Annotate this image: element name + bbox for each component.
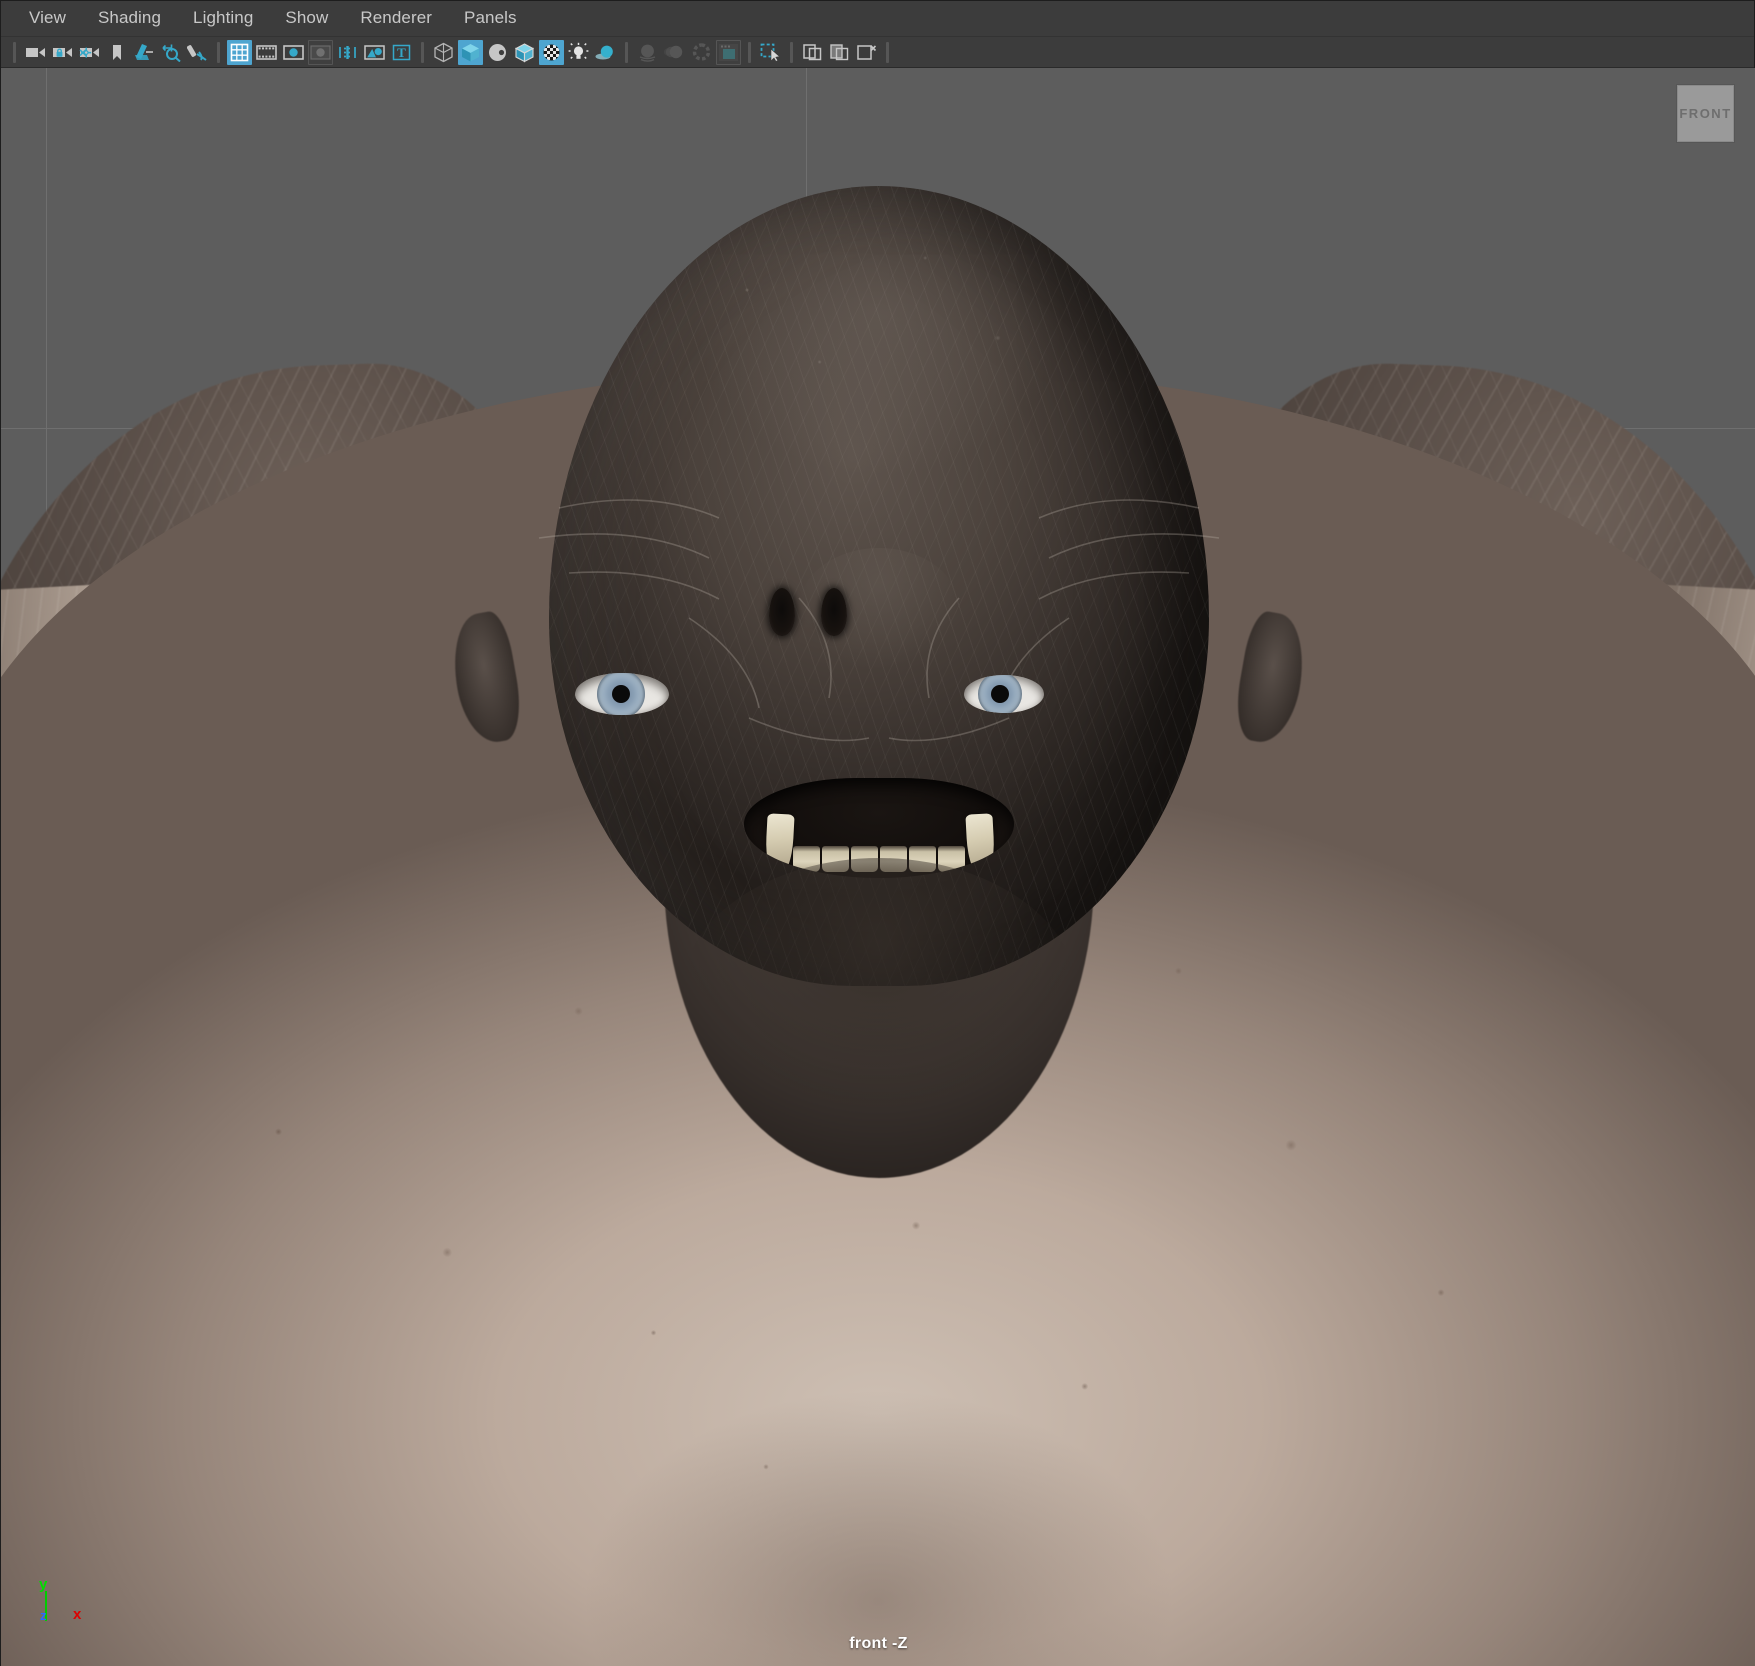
jaw-shadow xyxy=(678,858,1079,1138)
viewport-3d[interactable]: FRONT y z x front -Z xyxy=(1,68,1755,1666)
character-model xyxy=(1,68,1755,1666)
screen-space-ao-icon[interactable] xyxy=(635,40,660,65)
image-plane-icon[interactable] xyxy=(131,40,156,65)
maya-viewport-window: View Shading Lighting Show Renderer Pane… xyxy=(0,0,1755,1666)
xray-icon[interactable] xyxy=(800,40,825,65)
toolbar-separator xyxy=(886,41,889,63)
axis-z-label: z xyxy=(40,1608,47,1623)
menu-item-shading[interactable]: Shading xyxy=(82,5,177,32)
pupil-left xyxy=(612,685,630,703)
svg-text:T: T xyxy=(397,45,406,60)
select-camera-icon[interactable] xyxy=(23,40,48,65)
toolbar-separator xyxy=(13,41,16,63)
use-lights-icon[interactable] xyxy=(566,40,591,65)
toolbar-separator xyxy=(790,41,793,63)
menu-item-renderer[interactable]: Renderer xyxy=(344,5,448,32)
resolution-gate-icon[interactable] xyxy=(281,40,306,65)
menu-item-panels[interactable]: Panels xyxy=(448,5,533,32)
two-d-pan-zoom-icon[interactable] xyxy=(158,40,183,65)
oculus-icon[interactable] xyxy=(185,40,210,65)
toolbar-separator xyxy=(421,41,424,63)
isolate-select-icon[interactable] xyxy=(758,40,783,65)
viewport-toolbar: T xyxy=(1,37,1754,68)
texture-icon[interactable] xyxy=(539,39,564,65)
view-label: front -Z xyxy=(849,1635,908,1652)
toolbar-separator xyxy=(748,41,751,63)
menu-item-view[interactable]: View xyxy=(13,5,82,32)
view-cube[interactable]: FRONT xyxy=(1677,85,1734,142)
pupil-right xyxy=(991,685,1009,703)
gate-mask-icon[interactable] xyxy=(308,39,333,65)
grid-icon[interactable] xyxy=(227,39,252,65)
menu-item-lighting[interactable]: Lighting xyxy=(177,5,269,32)
xray-active-components-icon[interactable] xyxy=(854,40,879,65)
menu-item-show[interactable]: Show xyxy=(269,5,344,32)
toolbar-separator xyxy=(625,41,628,63)
toolbar-separator xyxy=(217,41,220,63)
smooth-shade-icon[interactable] xyxy=(458,39,483,65)
iris-left xyxy=(597,673,645,715)
nostril-right xyxy=(821,588,847,636)
lock-camera-icon[interactable] xyxy=(50,40,75,65)
safe-title-icon[interactable] xyxy=(362,40,387,65)
camera-attributes-icon[interactable] xyxy=(77,40,102,65)
viewport-effects-icon[interactable] xyxy=(716,39,741,65)
nostril-left xyxy=(769,588,795,636)
film-origin-icon[interactable] xyxy=(335,40,360,65)
shadows-icon[interactable] xyxy=(593,40,618,65)
film-gate-icon[interactable] xyxy=(254,40,279,65)
shade-flat-icon[interactable] xyxy=(485,40,510,65)
wireframe-on-shaded-icon[interactable] xyxy=(512,40,537,65)
axis-gizmo: y z x xyxy=(27,1561,91,1625)
menu-bar: View Shading Lighting Show Renderer Pane… xyxy=(1,1,1754,37)
motion-blur-icon[interactable] xyxy=(662,40,687,65)
bookmark-icon[interactable] xyxy=(104,40,129,65)
multisample-aa-icon[interactable] xyxy=(689,40,714,65)
axis-x-label: x xyxy=(73,1606,82,1623)
axis-y-label: y xyxy=(39,1576,48,1593)
iris-right xyxy=(978,675,1022,713)
text-overlay-icon[interactable]: T xyxy=(389,40,414,65)
wireframe-icon[interactable] xyxy=(431,40,456,65)
xray-joints-icon[interactable] xyxy=(827,40,852,65)
